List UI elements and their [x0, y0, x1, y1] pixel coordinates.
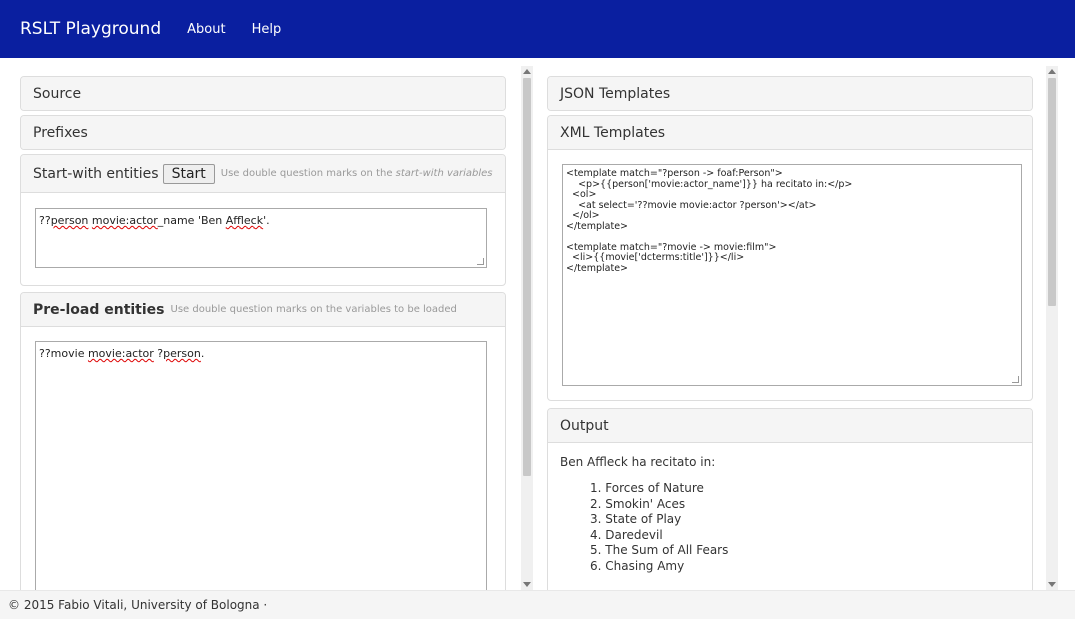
list-item: 5. The Sum of All Fears	[590, 543, 729, 557]
resize-grip[interactable]	[477, 258, 484, 265]
right-column: JSON Templates XML Templates <template m…	[537, 66, 1043, 590]
start-with-hint: Use double question marks on the start-w…	[220, 168, 493, 179]
left-scroll-thumb[interactable]	[523, 78, 531, 476]
output-heading: Output	[548, 409, 1032, 443]
preload-title: Pre-load entities	[33, 301, 165, 318]
scroll-down-arrow-icon[interactable]	[1048, 582, 1056, 587]
brand-link[interactable]: RSLT Playground	[20, 19, 161, 39]
start-with-title: Start-with entities	[33, 165, 159, 182]
list-item: 3. State of Play	[590, 512, 682, 526]
preload-panel: Pre-load entities Use double question ma…	[20, 292, 506, 590]
xml-line: </template>	[566, 262, 629, 274]
right-scrollbar[interactable]	[1046, 66, 1058, 590]
scroll-up-arrow-icon[interactable]	[523, 69, 531, 74]
output-body: Ben Affleck ha recitato in: 1. Forces of…	[548, 443, 1032, 586]
list-item: 4. Daredevil	[590, 527, 663, 542]
xml-line: <template match="?person -> foaf:Person"…	[566, 168, 783, 179]
xml-line: <p>{{person['movie:actor_name']}} ha rec…	[566, 178, 853, 190]
footer-text: © 2015 Fabio Vitali, University of Bolog…	[8, 598, 268, 612]
xml-line: </ol>	[566, 210, 600, 221]
xml-line: </template>	[566, 220, 629, 232]
output-paragraph: Ben Affleck ha recitato in:	[560, 455, 716, 469]
start-with-textarea[interactable]: ??person movie:actor_name 'Ben Affleck'.	[35, 208, 487, 268]
output-list: 1. Forces of Nature 2. Smokin' Aces 3. S…	[560, 481, 1020, 574]
source-panel[interactable]: Source	[20, 76, 506, 111]
preload-heading: Pre-load entities Use double question ma…	[21, 293, 505, 327]
json-templates-heading[interactable]: JSON Templates	[548, 77, 1032, 110]
prefixes-panel-heading[interactable]: Prefixes	[21, 116, 505, 149]
json-templates-panel[interactable]: JSON Templates	[547, 76, 1033, 111]
nav-help-link[interactable]: Help	[252, 22, 282, 37]
scroll-down-arrow-icon[interactable]	[523, 582, 531, 587]
xml-templates-panel: XML Templates <template match="?person -…	[547, 115, 1033, 401]
list-item: 1. Forces of Nature	[590, 481, 704, 495]
nav-about-link[interactable]: About	[187, 22, 225, 37]
xml-templates-textarea[interactable]: <template match="?person -> foaf:Person"…	[562, 164, 1022, 386]
preload-textarea[interactable]: ??movie movie:actor ?person.	[35, 341, 487, 590]
preload-hint: Use double question marks on the variabl…	[170, 304, 457, 315]
xml-line	[566, 232, 1018, 243]
xml-templates-heading[interactable]: XML Templates	[548, 116, 1032, 150]
xml-line: <at select='??movie movie:actor ?person'…	[566, 199, 817, 211]
prefixes-panel[interactable]: Prefixes	[20, 115, 506, 150]
xml-line: <li>{{movie['dcterms:title']}}</li>	[566, 252, 745, 263]
resize-grip[interactable]	[1012, 376, 1019, 383]
right-scroll-thumb[interactable]	[1048, 78, 1056, 306]
start-with-heading: Start-with entities Start Use double que…	[21, 155, 505, 193]
scroll-up-arrow-icon[interactable]	[1048, 69, 1056, 74]
footer: © 2015 Fabio Vitali, University of Bolog…	[0, 590, 1075, 619]
navbar: RSLT Playground About Help	[0, 0, 1075, 58]
start-with-panel: Start-with entities Start Use double que…	[20, 154, 506, 286]
list-item: 2. Smokin' Aces	[590, 496, 686, 511]
start-button[interactable]: Start	[162, 163, 215, 184]
left-column: Source Prefixes Start-with entities Star…	[10, 66, 516, 590]
left-scrollbar[interactable]	[521, 66, 533, 590]
output-panel: Output Ben Affleck ha recitato in: 1. Fo…	[547, 408, 1033, 590]
source-panel-heading[interactable]: Source	[21, 77, 505, 110]
xml-line: <ol>	[566, 189, 597, 200]
list-item: 6. Chasing Amy	[590, 558, 685, 573]
